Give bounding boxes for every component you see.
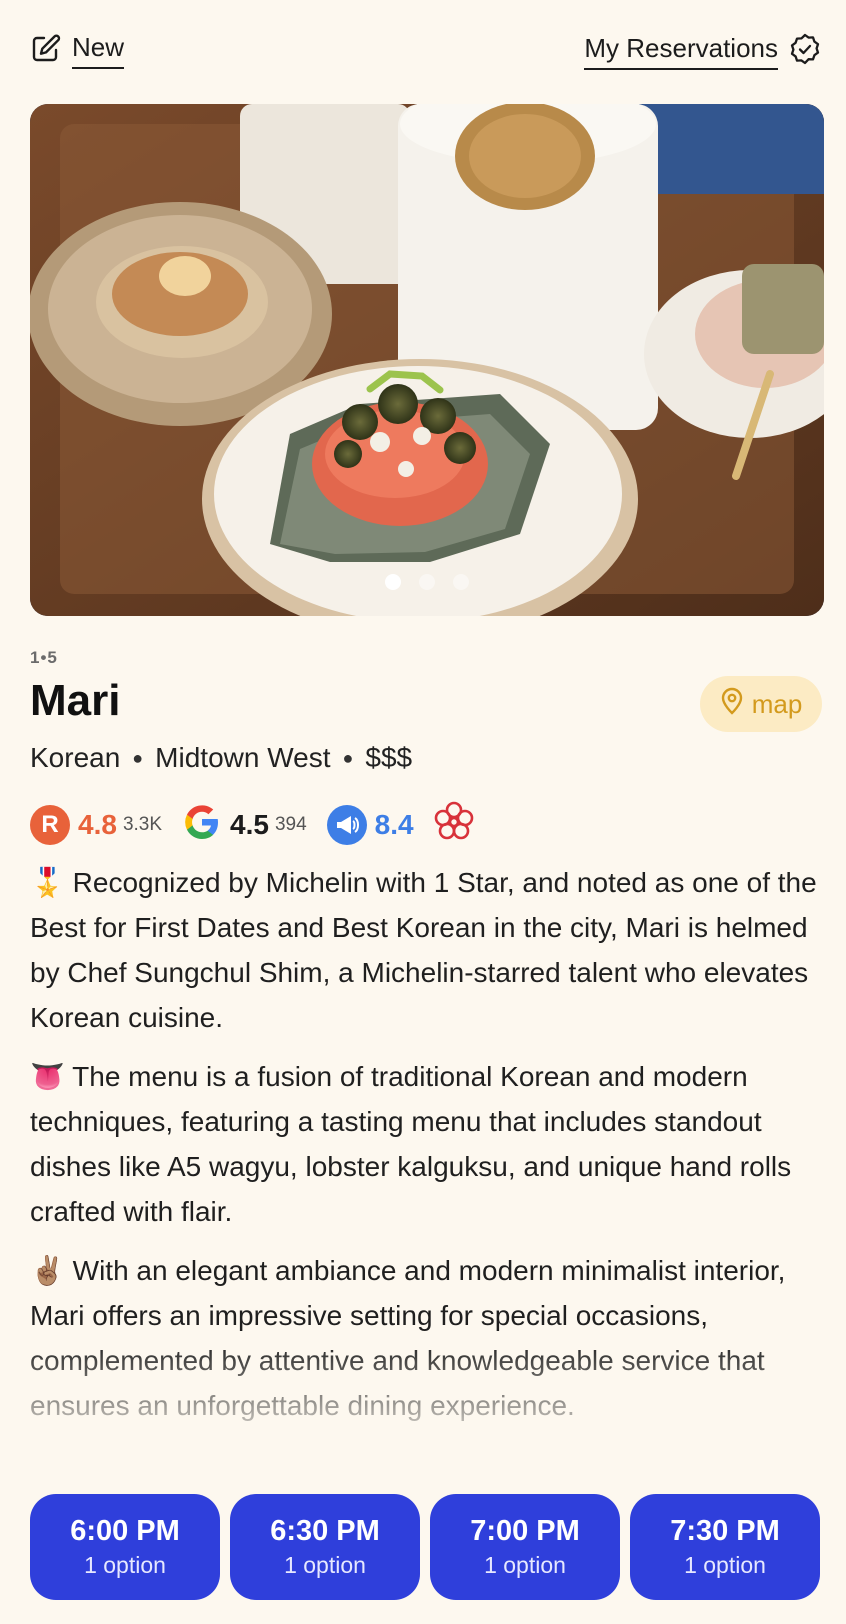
slot-options: 1 option (484, 1552, 566, 1578)
edit-icon (30, 32, 62, 69)
description-paragraph: ✌🏽 With an elegant ambiance and modern m… (30, 1248, 820, 1428)
verified-badge-icon (788, 32, 822, 71)
google-count: 394 (274, 813, 307, 835)
my-reservations-button[interactable]: My Reservations (584, 32, 822, 71)
description-paragraph: 👅 The menu is a fusion of traditional Ko… (30, 1054, 820, 1234)
description-text: With an elegant ambiance and modern mini… (30, 1255, 786, 1421)
cuisine: Korean (30, 742, 121, 773)
resy-count: 3.3K (122, 813, 163, 835)
infatuation-score: 8.4 (374, 808, 414, 840)
medal-emoji: 🎖️ (30, 867, 65, 898)
description-text: Recognized by Michelin with 1 Star, and … (30, 867, 817, 1033)
carousel-dot-3[interactable] (453, 574, 469, 590)
new-label: New (72, 32, 125, 69)
new-button[interactable]: New (30, 32, 125, 69)
top-bar: New My Reservations (0, 0, 846, 96)
peace-emoji: ✌🏽 (30, 1255, 65, 1286)
resy-score: 4.8 (78, 808, 117, 840)
slot-options: 1 option (684, 1552, 766, 1578)
michelin-flower-icon (432, 800, 476, 849)
time-slot-button[interactable]: 6:30 PM 1 option (230, 1494, 420, 1600)
carousel-dot-2[interactable] (419, 574, 435, 590)
slot-time: 6:00 PM (70, 1515, 180, 1547)
google-g-icon (182, 802, 222, 847)
food-photo (30, 104, 824, 616)
time-slot-button[interactable]: 7:30 PM 1 option (630, 1494, 820, 1600)
map-label: map (751, 688, 803, 719)
hero-image-carousel[interactable] (30, 104, 824, 616)
carousel-dot-1[interactable] (385, 574, 401, 590)
restaurant-name: Mari (30, 676, 121, 725)
time-slot-row: 6:00 PM 1 option 6:30 PM 1 option 7:00 P… (30, 1494, 820, 1600)
restaurant-meta: Korean ● Midtown West ● $$$ (30, 742, 412, 774)
separator-dot: ● (132, 747, 144, 768)
map-button[interactable]: map (700, 676, 822, 732)
slot-time: 7:30 PM (670, 1515, 780, 1547)
time-slot-button[interactable]: 6:00 PM 1 option (30, 1494, 220, 1600)
description-text: The menu is a fusion of traditional Kore… (30, 1061, 792, 1227)
description-paragraph: 🎖️ Recognized by Michelin with 1 Star, a… (30, 860, 820, 1040)
description: 🎖️ Recognized by Michelin with 1 Star, a… (30, 860, 820, 1442)
time-slot-button[interactable]: 7:00 PM 1 option (430, 1494, 620, 1600)
slot-time: 6:30 PM (270, 1515, 380, 1547)
list-position: 1•5 (30, 648, 58, 667)
resy-r-icon: R (30, 804, 70, 845)
slot-options: 1 option (284, 1552, 366, 1578)
map-pin-icon (720, 687, 744, 722)
carousel-indicator[interactable] (30, 574, 824, 590)
slot-time: 7:00 PM (470, 1515, 580, 1547)
neighborhood: Midtown West (155, 742, 331, 773)
price-level: $$$ (365, 742, 413, 773)
separator-dot: ● (342, 747, 354, 768)
slot-options: 1 option (84, 1552, 166, 1578)
ratings-row: R 4.8 3.3K 4.5 394 8.4 (30, 800, 476, 849)
google-score: 4.5 (230, 808, 269, 840)
tongue-emoji: 👅 (30, 1061, 65, 1092)
my-reservations-label: My Reservations (584, 33, 778, 70)
megaphone-icon (326, 804, 367, 845)
